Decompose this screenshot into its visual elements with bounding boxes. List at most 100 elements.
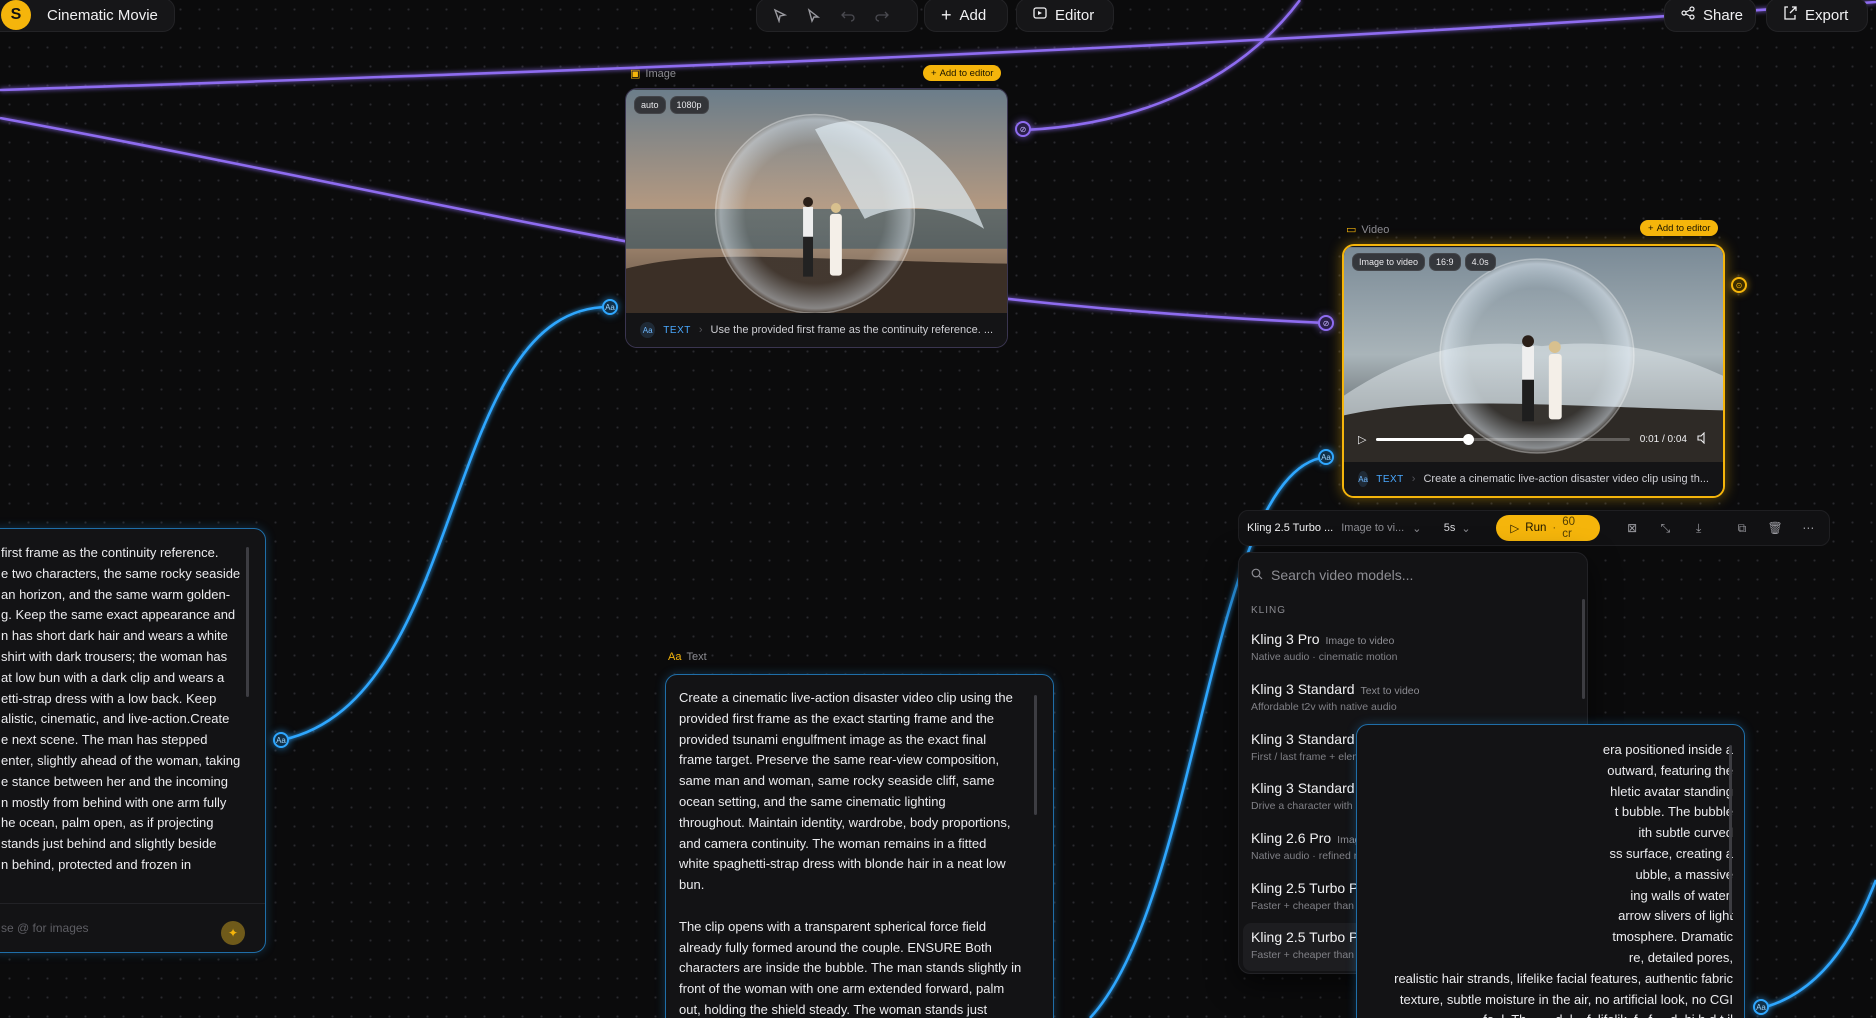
video-seek-bar[interactable] [1376,433,1630,445]
plus-icon: + [1648,222,1654,234]
video-time: 0:01 / 0:04 [1639,433,1687,445]
chip-resolution: 1080p [669,96,709,114]
right-text-content[interactable]: era positioned inside a outward, featuri… [1373,740,1733,1018]
plus-icon: + [941,5,952,25]
sparkle-icon[interactable]: ✦ [221,921,245,945]
video-node-icon: ▭ [1346,224,1357,236]
model-option[interactable]: Kling 3 Pro Image to video Native audio ·… [1243,625,1573,673]
image-node-footer[interactable]: Aa TEXT › Use the provided first frame a… [626,313,1007,347]
volume-icon[interactable] [1697,431,1709,447]
video-input-port-frame[interactable]: ⊘ [1318,315,1334,331]
editor-button[interactable]: Editor [1016,0,1114,32]
model-option[interactable]: Kling 3 Standard Text to video Affordable… [1243,675,1573,723]
share-button[interactable]: Share [1664,0,1756,32]
model-search-placeholder: Search video models... [1271,567,1414,583]
plus-icon: + [931,67,937,79]
duration-selector[interactable]: 5s ⌄ [1444,522,1489,535]
share-icon [1681,6,1695,24]
undo-icon[interactable] [833,0,863,30]
image-add-to-editor-button[interactable]: + Add to editor [923,65,1002,81]
export-button[interactable]: Export [1766,0,1868,32]
left-text-output-port[interactable]: Aa [273,732,289,748]
video-output-port[interactable]: ⊙ [1731,277,1747,293]
share-label: Share [1703,6,1744,24]
video-input-port-text[interactable]: Aa [1318,449,1334,465]
run-separator: · [1552,522,1557,534]
image-node[interactable]: auto 1080p Aa TEXT › Use the provided fi… [625,88,1008,348]
center-text-node-label: Aa Text [668,651,707,663]
image-node-label: ▣ Image [630,67,676,81]
seek-handle[interactable] [1462,433,1474,445]
chevron-right-icon: › [1411,473,1416,485]
model-search[interactable]: Search video models... [1251,563,1575,587]
image-output-port[interactable]: ⊘ [1015,121,1031,137]
run-label: Run [1525,522,1547,534]
center-text-node[interactable]: Create a cinematic live-action disaster … [665,674,1054,1018]
video-prompt-preview: Create a cinematic live-action disaster … [1423,473,1709,485]
project-title-pill[interactable]: S Cinematic Movie [0,0,175,32]
model-mode: Image to vi... [1341,522,1405,534]
image-input-port[interactable]: Aa [602,299,618,315]
video-node[interactable]: Image to video 16:9 4.0s ▷ 0:01 / 0:04 A… [1342,244,1725,498]
wire-left-to-image [281,305,611,742]
image-node-icon: ▣ [630,68,641,80]
image-chips: auto 1080p [634,96,709,114]
wire-right-edge [1761,879,1876,1010]
copy-icon[interactable]: ⧉ [1729,515,1754,541]
foot-tag: TEXT [1376,473,1404,485]
editor-label: Editor [1055,6,1095,24]
project-title: Cinematic Movie [47,6,158,24]
sparkle-icon[interactable]: ⤡ [1653,515,1678,541]
more-icon[interactable]: ⋯ [1796,515,1821,541]
left-text-node[interactable]: first frame as the continuity reference.… [0,528,266,953]
play-icon: ▷ [1510,523,1520,535]
redo-icon[interactable] [867,0,897,30]
search-icon [1251,567,1263,583]
center-text-content[interactable]: Create a cinematic live-action disaster … [679,688,1039,1018]
left-text-scrollbar[interactable] [246,547,249,697]
chip-aspect: 16:9 [1429,253,1461,271]
left-text-content[interactable]: first frame as the continuity reference.… [1,543,241,876]
foot-tag: TEXT [663,324,691,336]
left-text-divider [0,903,265,904]
run-button[interactable]: ▷ Run · 60 cr [1496,515,1600,541]
video-controls: ▷ 0:01 / 0:04 [1344,424,1723,454]
select-tool-icon[interactable] [765,0,795,30]
section-kling: KLING [1251,605,1287,616]
video-add-to-editor-button[interactable]: + Add to editor [1640,220,1719,236]
enhance-icon[interactable]: ⊠ [1620,515,1645,541]
play-icon[interactable]: ▷ [1358,433,1366,446]
center-text-scrollbar[interactable] [1034,695,1037,815]
image-prompt-preview: Use the provided first frame as the cont… [710,324,993,336]
right-text-output-port[interactable]: Aa [1753,999,1769,1015]
app-logo[interactable]: S [1,0,31,30]
left-prompt-input[interactable]: se @ for images [1,921,89,935]
pointer-icon[interactable] [799,0,829,30]
video-node-label: ▭ Video [1346,223,1390,237]
chip-duration: 4.0s [1464,253,1496,271]
add-button[interactable]: + Add [924,0,1008,32]
video-chips: Image to video 16:9 4.0s [1352,253,1496,271]
text-ref-icon: Aa [1358,471,1369,487]
image-preview [626,89,1007,315]
model-toolbar: Kling 2.5 Turbo ... Image to vi... ⌄ 5s … [1238,510,1830,546]
text-ref-icon: Aa [640,322,656,338]
text-node-icon: Aa [668,651,682,663]
download-icon[interactable]: ⤓ [1686,515,1711,541]
export-label: Export [1805,6,1849,24]
right-text-node[interactable]: era positioned inside a outward, featuri… [1356,724,1745,1018]
chevron-down-icon: ⌄ [1412,522,1422,535]
model-name: Kling 2.5 Turbo ... [1247,522,1334,534]
right-text-scrollbar[interactable] [1729,745,1732,915]
chip-mode: Image to video [1352,253,1426,271]
editor-icon [1033,6,1047,24]
export-icon [1783,6,1797,24]
model-selector[interactable]: Kling 2.5 Turbo ... Image to vi... ⌄ [1247,522,1422,535]
canvas-tools [756,0,918,32]
seek-fill [1376,437,1468,441]
workflow-canvas[interactable]: S Cinematic Movie + Add Editor Share Exp… [0,0,1876,1018]
duration-value: 5s [1443,522,1456,534]
video-node-footer[interactable]: Aa TEXT › Create a cinematic live-action… [1344,462,1723,496]
trash-icon[interactable]: 🗑 [1762,515,1787,541]
dropdown-scrollbar[interactable] [1582,599,1585,699]
